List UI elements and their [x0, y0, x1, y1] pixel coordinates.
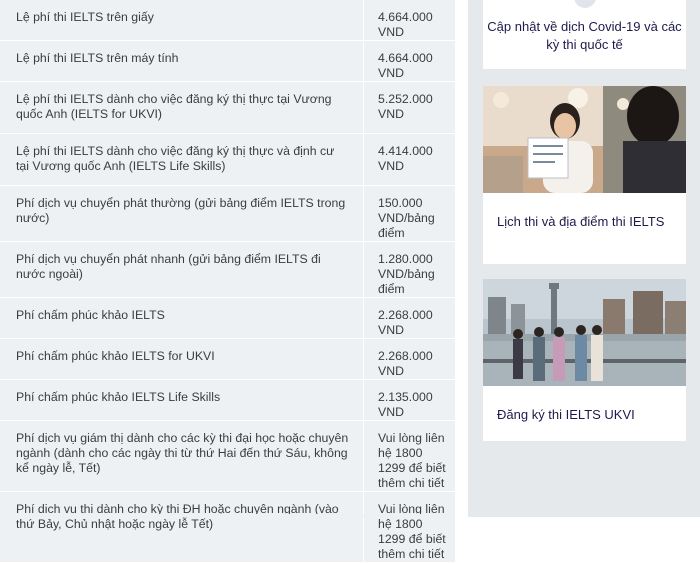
fee-table: Lệ phí thi IELTS trên giấy 4.664.000 VND… [0, 0, 455, 563]
table-row: Phí chấm phúc khảo IELTS 2.268.000 VND [0, 297, 455, 339]
fee-price: 4.414.000 VND [378, 144, 433, 173]
fee-price: Vui lòng liên hệ 1800 1299 để biết thêm … [378, 502, 446, 561]
fee-price: 2.268.000 VND [378, 308, 433, 337]
test-schedule-card[interactable]: Lịch thi và địa điểm thi IELTS [483, 86, 686, 264]
fee-price: 1.280.000 VND/bảng điểm [378, 252, 435, 296]
city-photo [483, 279, 686, 386]
table-row: Lệ phí thi IELTS trên giấy 4.664.000 VND [0, 0, 455, 41]
table-row: Lệ phí thi IELTS dành cho việc đăng ký t… [0, 81, 455, 134]
fee-name: Phí dịch vụ giám thị dành cho các kỳ thi… [16, 431, 349, 475]
covid-update-card[interactable]: Cập nhật về dịch Covid-19 và các kỳ thi … [483, 0, 686, 69]
info-icon [574, 0, 596, 8]
fee-name: Lệ phí thi IELTS trên giấy [16, 10, 154, 24]
fee-price: 4.664.000 VND [378, 10, 433, 39]
table-row: Phí dịch vụ giám thị dành cho các kỳ thi… [0, 420, 455, 492]
fee-name: Lệ phí thi IELTS dành cho việc đăng ký t… [16, 92, 332, 121]
students-photo [483, 86, 686, 193]
sidebar: Cập nhật về dịch Covid-19 và các kỳ thi … [468, 0, 700, 517]
covid-update-link[interactable]: Cập nhật về dịch Covid-19 và các kỳ thi … [483, 18, 686, 54]
fee-name: Phí dịch vụ chuyển phát thường (gửi bảng… [16, 196, 346, 225]
test-schedule-link[interactable]: Lịch thi và địa điểm thi IELTS [497, 213, 676, 230]
fee-price: Vui lòng liên hệ 1800 1299 để biết thêm … [378, 431, 446, 490]
table-row: Phí chấm phúc khảo IELTS Life Skills 2.1… [0, 379, 455, 421]
table-row: Phí dịch vụ chuyển phát nhanh (gửi bảng … [0, 241, 455, 298]
ukvi-register-link[interactable]: Đăng ký thi IELTS UKVI [497, 406, 676, 423]
fee-name: Phí chấm phúc khảo IELTS for UKVI [16, 349, 215, 363]
table-row: Lệ phí thi IELTS trên máy tính 4.664.000… [0, 40, 455, 82]
students-photo-image [483, 86, 686, 193]
fee-price: 4.664.000 VND [378, 51, 433, 80]
fee-name: Phí chấm phúc khảo IELTS [16, 308, 165, 322]
table-row: Phí dịch vụ thi dành cho kỳ thi ĐH hoặc … [0, 491, 455, 563]
fee-price: 150.000 VND/bảng điểm [378, 196, 435, 240]
table-row: Phí chấm phúc khảo IELTS for UKVI 2.268.… [0, 338, 455, 380]
fee-name: Lệ phí thi IELTS dành cho việc đăng ký t… [16, 144, 335, 173]
fee-price: 5.252.000 VND [378, 92, 433, 121]
fee-name: Phí dịch vụ thi dành cho kỳ thi ĐH hoặc … [16, 502, 339, 531]
table-row: Lệ phí thi IELTS dành cho việc đăng ký t… [0, 133, 455, 186]
fee-name: Phí chấm phúc khảo IELTS Life Skills [16, 390, 221, 404]
city-photo-image [483, 279, 686, 386]
ukvi-register-card[interactable]: Đăng ký thi IELTS UKVI [483, 279, 686, 441]
fee-name: Phí dịch vụ chuyển phát nhanh (gửi bảng … [16, 252, 321, 281]
fee-price: 2.268.000 VND [378, 349, 433, 378]
fee-name: Lệ phí thi IELTS trên máy tính [16, 51, 179, 65]
table-row: Phí dịch vụ chuyển phát thường (gửi bảng… [0, 185, 455, 242]
fee-price: 2.135.000 VND [378, 390, 433, 419]
